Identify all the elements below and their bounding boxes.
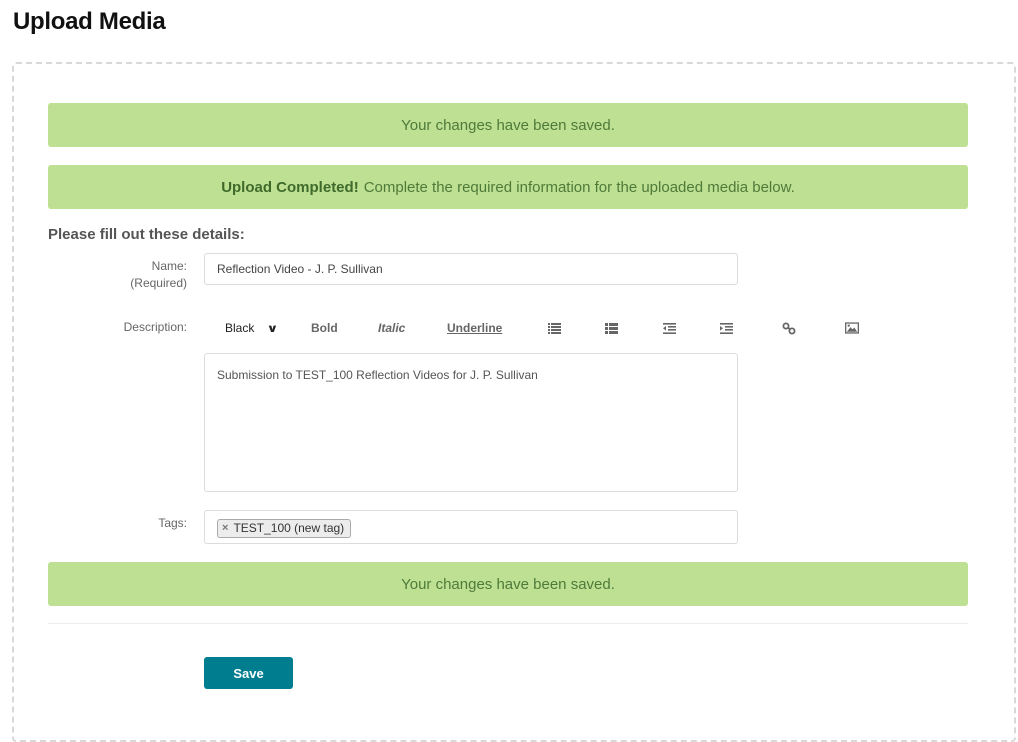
tags-label: Tags: [158,516,187,530]
numbered-list-button[interactable] [605,316,619,340]
bulleted-list-button[interactable] [548,316,562,340]
saved-alert-top: Your changes have been saved. [48,103,968,147]
underline-button[interactable]: Underline [447,316,502,340]
numbered-list-icon [605,322,618,334]
tag-label: TEST_100 (new tag) [233,521,345,535]
remove-tag-icon[interactable]: × [222,522,228,534]
bulleted-list-icon [548,322,561,334]
divider [48,623,968,624]
details-heading: Please fill out these details: [48,226,245,243]
upload-completed-text: Complete the required information for th… [363,178,795,196]
required-note: (Required) [130,276,187,290]
indent-button[interactable] [720,316,734,340]
link-icon [782,322,796,334]
description-editor[interactable]: Submission to TEST_100 Reflection Videos… [204,353,738,492]
saved-alert-text: Your changes have been saved. [401,575,615,593]
page-title: Upload Media [13,8,166,35]
chevron-down-icon: ∨ [267,322,279,335]
image-icon [845,322,859,334]
outdent-icon [663,322,676,334]
save-button[interactable]: Save [204,657,293,689]
name-label: Name: (Required) [130,259,187,290]
tags-input[interactable]: × TEST_100 (new tag) [204,510,738,544]
description-toolbar: Black ∨ Bold Italic Underline [204,316,884,340]
name-input[interactable] [204,253,738,285]
insert-image-button[interactable] [845,316,859,340]
saved-alert-text: Your changes have been saved. [401,116,615,134]
insert-link-button[interactable] [782,316,796,340]
indent-icon [720,322,733,334]
saved-alert-bottom: Your changes have been saved. [48,562,968,606]
bold-button[interactable]: Bold [311,316,338,340]
outdent-button[interactable] [663,316,677,340]
description-label: Description: [123,320,187,334]
tag-chip: × TEST_100 (new tag) [217,518,352,538]
italic-button[interactable]: Italic [378,316,405,340]
upload-completed-strong: Upload Completed! [221,178,359,196]
text-color-select[interactable]: Black ∨ [225,316,279,340]
upload-completed-alert: Upload Completed! Complete the required … [48,165,968,209]
